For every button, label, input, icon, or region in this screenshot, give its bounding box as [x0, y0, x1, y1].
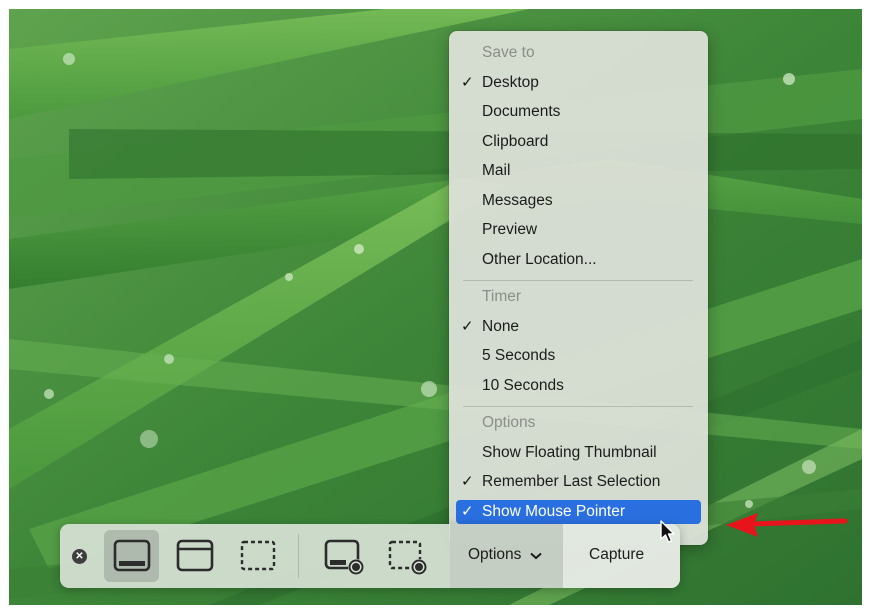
menu-item-label: 5 Seconds	[482, 347, 556, 364]
menu-item-label: Desktop	[482, 73, 539, 91]
menu-item-save-to[interactable]: Documents	[456, 100, 701, 124]
capture-selected-portion-button[interactable]	[230, 530, 285, 582]
menu-item-option[interactable]: Show Floating Thumbnail	[456, 441, 701, 465]
menu-item-label: Other Location...	[482, 250, 597, 268]
menu-header-timer: Timer	[456, 285, 701, 309]
menu-header-options: Options	[456, 411, 701, 435]
record-selected-portion-button[interactable]	[378, 530, 433, 582]
menu-separator	[463, 406, 693, 407]
record-screen-icon	[324, 539, 364, 575]
menu-item-label: Options	[482, 414, 536, 431]
menu-item-label: Messages	[482, 191, 553, 209]
menu-separator	[463, 280, 693, 281]
menu-item-label: Mail	[482, 162, 511, 179]
red-arrow-icon	[726, 513, 848, 537]
chevron-down-icon	[530, 552, 542, 560]
menu-item-timer[interactable]: ✓ None	[456, 315, 701, 339]
capture-entire-screen-button[interactable]	[104, 530, 159, 582]
menu-item-save-to[interactable]: Mail	[456, 159, 701, 183]
entire-screen-icon	[113, 539, 151, 572]
checkmark-icon: ✓	[461, 317, 474, 335]
options-menu: Save to ✓ Desktop Documents Clipboard Mail Mes…	[449, 31, 708, 545]
menu-item-label: Preview	[482, 221, 538, 238]
menu-item-label: Save to	[482, 44, 535, 61]
toolbar-divider	[298, 534, 299, 578]
menu-item-label: Timer	[482, 288, 522, 305]
menu-item-label: Documents	[482, 103, 561, 120]
mouse-pointer-icon	[660, 520, 675, 543]
menu-item-save-to[interactable]: Preview	[456, 218, 701, 242]
menu-item-label: Show Floating Thumbnail	[482, 443, 657, 461]
menu-item-save-to[interactable]: ✓ Desktop	[456, 71, 701, 95]
menu-item-save-to[interactable]: Clipboard	[456, 130, 701, 154]
capture-selected-window-button[interactable]	[167, 530, 222, 582]
record-entire-screen-button[interactable]	[315, 530, 370, 582]
menu-item-label: Remember Last Selection	[482, 473, 661, 490]
record-selection-icon	[388, 540, 427, 575]
menu-header-save-to: Save to	[456, 41, 701, 65]
menu-item-option[interactable]: ✓ Remember Last Selection	[456, 470, 701, 494]
checkmark-icon: ✓	[461, 473, 474, 490]
menu-item-label: Clipboard	[482, 132, 549, 150]
menu-item-label: None	[482, 317, 520, 335]
screenshot-toolbar: ✕ Options Capture	[60, 524, 680, 588]
menu-item-label: 10 Seconds	[482, 376, 564, 394]
menu-item-timer[interactable]: 10 Seconds	[456, 374, 701, 398]
checkmark-icon: ✓	[461, 73, 474, 91]
checkmark-icon: ✓	[461, 502, 474, 520]
options-button[interactable]: Options	[450, 524, 563, 588]
menu-item-save-to[interactable]: Messages	[456, 189, 701, 213]
capture-button-label: Capture	[589, 546, 645, 563]
options-button-label: Options	[468, 546, 522, 563]
close-icon[interactable]: ✕	[72, 549, 87, 564]
menu-item-save-to[interactable]: Other Location...	[456, 248, 701, 272]
window-icon	[176, 539, 214, 572]
menu-item-timer[interactable]: 5 Seconds	[456, 344, 701, 368]
selection-icon	[240, 540, 276, 571]
menu-item-label: Show Mouse Pointer	[482, 502, 626, 520]
